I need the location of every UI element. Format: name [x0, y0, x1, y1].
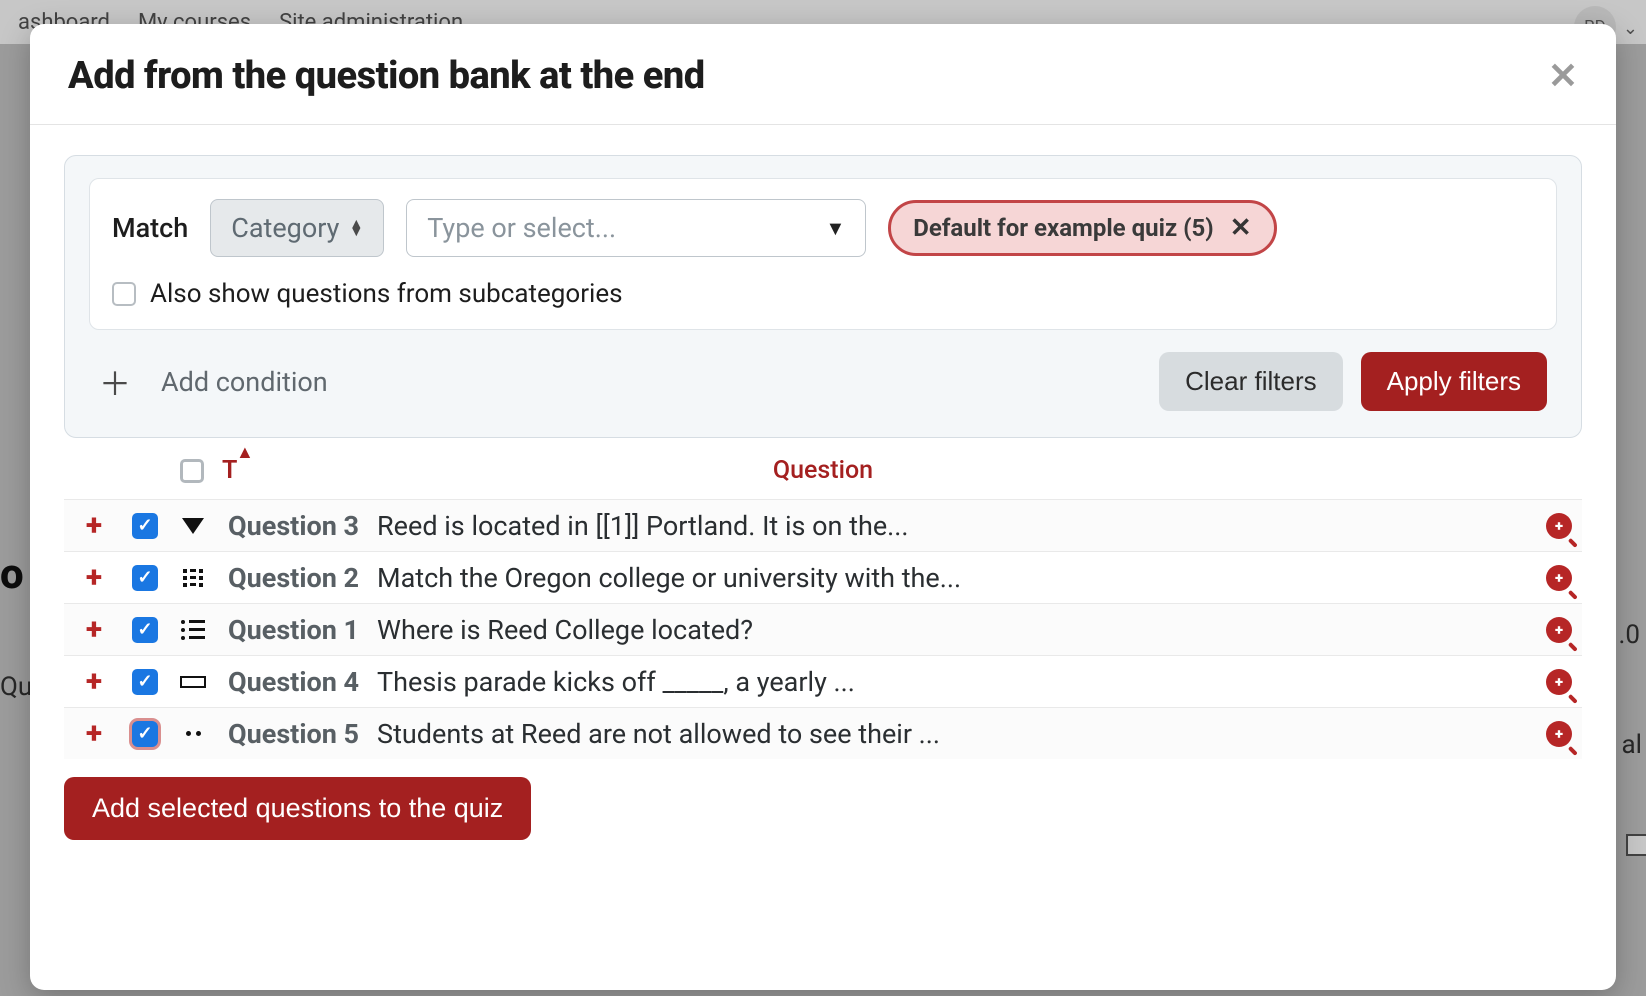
question-name: Question 2	[228, 562, 359, 594]
question-row: + ✓ Question 3 Reed is located in [[1]] Por…	[64, 499, 1582, 551]
add-question-button[interactable]: +	[74, 508, 114, 543]
plus-icon: ＋	[99, 359, 131, 405]
select-question-checkbox[interactable]: ✓	[132, 565, 158, 591]
preview-question-button[interactable]: +	[1546, 617, 1572, 643]
question-row: + ✓ Question 5 Students at Reed are not all…	[64, 707, 1582, 759]
modal-title: Add from the question bank at the end	[68, 54, 705, 98]
question-row: + ✓ Question 1 Where is Reed College locate…	[64, 603, 1582, 655]
select-question-checkbox[interactable]: ✓	[132, 721, 158, 747]
selected-category-chip-label: Default for example quiz (5)	[913, 214, 1213, 242]
question-row: + ✓ Question 2 Match the Oregon college or …	[64, 551, 1582, 603]
question-text: Where is Reed College located?	[377, 614, 1528, 646]
question-name: Question 3	[228, 510, 359, 542]
question-type-shortanswer-icon	[180, 676, 206, 688]
question-table-header: T ▲ Question	[64, 438, 1582, 499]
clear-filters-button[interactable]: Clear filters	[1159, 352, 1342, 411]
filter-value-placeholder: Type or select...	[427, 212, 616, 244]
subcategories-checkbox[interactable]	[112, 282, 136, 306]
preview-question-button[interactable]: +	[1546, 721, 1572, 747]
sort-by-type-header[interactable]: T ▲	[222, 456, 243, 485]
question-text: Match the Oregon college or university w…	[377, 562, 1528, 594]
sort-asc-icon: ▲	[236, 442, 254, 463]
question-name: Question 1	[228, 614, 359, 646]
zoom-plus-icon: +	[1546, 565, 1572, 591]
add-question-button[interactable]: +	[74, 560, 114, 595]
selected-category-chip[interactable]: Default for example quiz (5) ✕	[888, 200, 1276, 256]
select-question-checkbox[interactable]: ✓	[132, 617, 158, 643]
question-type-match-icon	[183, 569, 203, 587]
add-condition-label: Add condition	[161, 366, 328, 398]
preview-question-button[interactable]: +	[1546, 565, 1572, 591]
question-name: Question 4	[228, 666, 359, 698]
preview-question-button[interactable]: +	[1546, 669, 1572, 695]
question-table-body: + ✓ Question 3 Reed is located in [[1]] Por…	[64, 499, 1582, 759]
question-type-icon	[176, 620, 210, 640]
select-question-checkbox[interactable]: ✓	[132, 513, 158, 539]
add-question-button[interactable]: +	[74, 664, 114, 699]
question-type-dropdown-icon	[182, 518, 204, 534]
preview-question-button[interactable]: +	[1546, 513, 1572, 539]
select-question-checkbox[interactable]: ✓	[132, 669, 158, 695]
chip-remove-icon[interactable]: ✕	[1230, 213, 1252, 243]
modal-body: Match Category ▲▼ Type or select... ▼ De…	[30, 125, 1616, 860]
question-type-truefalse-icon	[186, 731, 201, 736]
zoom-plus-icon: +	[1546, 617, 1572, 643]
add-condition-button[interactable]: ＋ Add condition	[99, 359, 328, 405]
add-question-button[interactable]: +	[74, 716, 114, 751]
apply-filters-button[interactable]: Apply filters	[1361, 352, 1547, 411]
zoom-plus-icon: +	[1546, 513, 1572, 539]
select-all-checkbox[interactable]	[180, 459, 204, 483]
question-type-icon	[176, 569, 210, 587]
question-text: Thesis parade kicks off _____, a yearly …	[377, 666, 1528, 698]
close-button[interactable]: ✕	[1548, 58, 1578, 94]
question-type-icon	[176, 731, 210, 736]
filter-card: Match Category ▲▼ Type or select... ▼ De…	[64, 155, 1582, 438]
filter-field-select-label: Category	[231, 212, 339, 244]
question-text: Students at Reed are not allowed to see …	[377, 718, 1528, 750]
filter-condition-row: Match Category ▲▼ Type or select... ▼ De…	[89, 178, 1557, 330]
zoom-plus-icon: +	[1546, 669, 1572, 695]
match-label: Match	[112, 212, 188, 244]
subcategories-label: Also show questions from subcategories	[150, 279, 623, 309]
modal-header: Add from the question bank at the end ✕	[30, 24, 1616, 125]
dropdown-triangle-icon: ▼	[825, 216, 845, 241]
question-text: Reed is located in [[1]] Portland. It is…	[377, 510, 1528, 542]
filter-value-combobox[interactable]: Type or select... ▼	[406, 199, 866, 257]
question-type-icon	[176, 518, 210, 534]
question-name: Question 5	[228, 718, 359, 750]
filter-field-select[interactable]: Category ▲▼	[210, 199, 384, 257]
question-bank-modal: Add from the question bank at the end ✕ …	[30, 24, 1616, 990]
question-type-icon	[176, 676, 210, 688]
add-selected-button[interactable]: Add selected questions to the quiz	[64, 777, 531, 840]
question-row: + ✓ Question 4 Thesis parade kicks off ____…	[64, 655, 1582, 707]
zoom-plus-icon: +	[1546, 721, 1572, 747]
sort-by-question-header[interactable]: Question	[773, 456, 873, 485]
question-type-multichoice-icon	[181, 620, 205, 640]
sort-arrows-icon: ▲▼	[349, 220, 363, 236]
add-question-button[interactable]: +	[74, 612, 114, 647]
